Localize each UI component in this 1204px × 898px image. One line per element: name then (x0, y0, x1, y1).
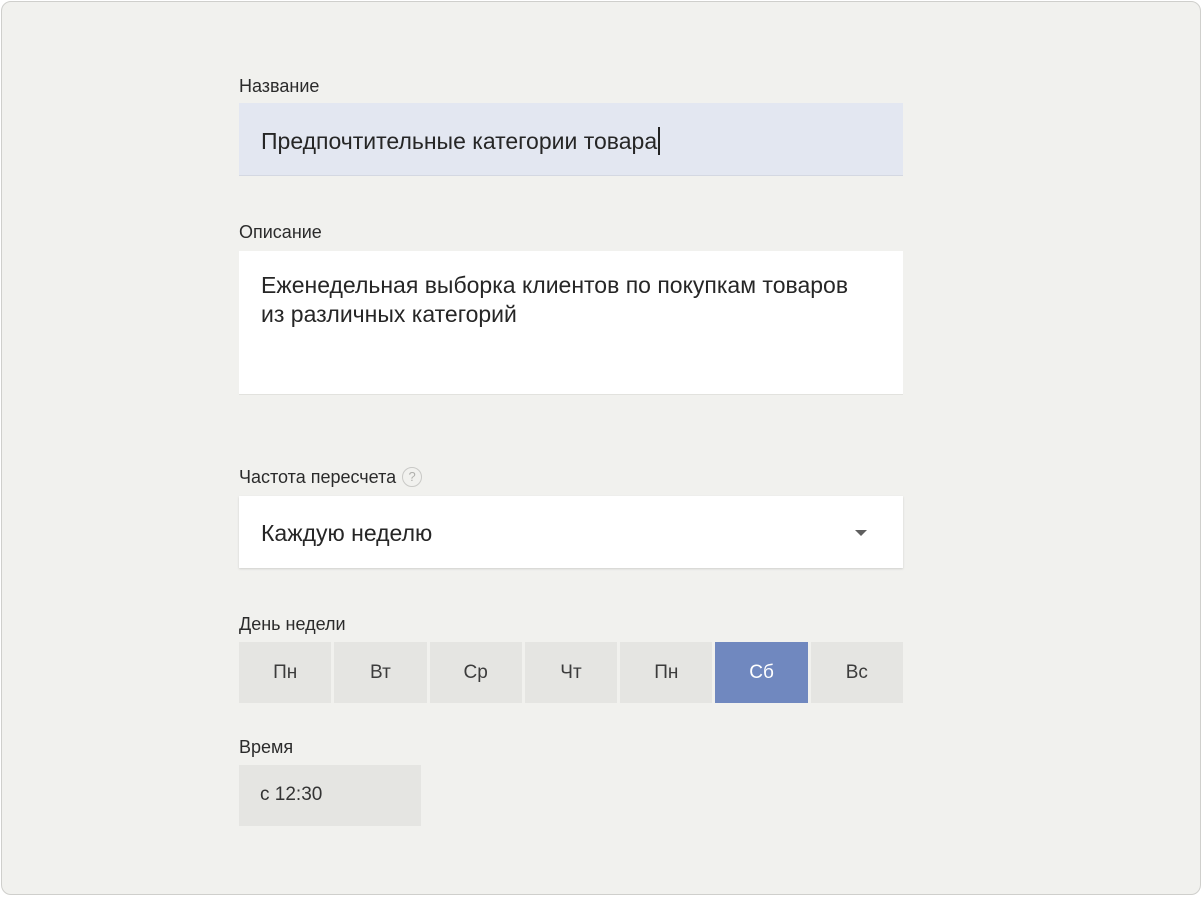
description-textarea-value: Еженедельная выборка клиентов по покупка… (261, 272, 849, 327)
name-label: Название (239, 76, 320, 96)
description-label: Описание (239, 222, 322, 242)
help-icon[interactable]: ? (402, 467, 423, 488)
time-input[interactable]: с 12:30 (239, 765, 421, 826)
day-button-mon[interactable]: Пн (239, 642, 332, 703)
weekday-label: День недели (239, 614, 346, 634)
frequency-label: Частота пересчета? (239, 467, 423, 488)
day-button-sat[interactable]: Сб (715, 642, 808, 703)
name-input-value: Предпочтительные категории товара (261, 127, 661, 155)
frequency-selected-value: Каждую неделю (261, 520, 433, 546)
weekday-selector: Пн Вт Ср Чт Пн Сб Вс (239, 642, 903, 703)
day-button-wed[interactable]: Ср (429, 642, 522, 703)
description-textarea[interactable]: Еженедельная выборка клиентов по покупка… (239, 251, 903, 395)
dropdown-arrow-icon (855, 530, 867, 536)
day-button-tue[interactable]: Вт (334, 642, 427, 703)
window: Название Предпочтительные категории това… (1, 1, 1201, 895)
day-button-sun[interactable]: Вс (810, 642, 903, 703)
time-input-value: с 12:30 (260, 784, 323, 805)
frequency-select[interactable]: Каждую неделю (239, 496, 903, 568)
frequency-label-text: Частота пересчета (239, 467, 397, 487)
day-button-fri[interactable]: Пн (620, 642, 713, 703)
day-button-thu[interactable]: Чт (524, 642, 618, 703)
text-caret (658, 127, 661, 155)
name-input[interactable]: Предпочтительные категории товара (239, 103, 903, 176)
time-label: Время (239, 737, 294, 757)
